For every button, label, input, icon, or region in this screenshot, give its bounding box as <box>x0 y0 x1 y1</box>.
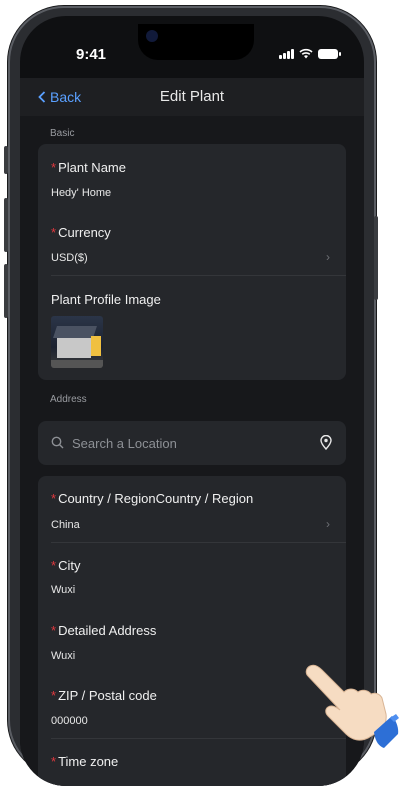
section-label-basic: Basic <box>50 128 75 139</box>
chevron-right-icon[interactable]: › <box>326 250 330 264</box>
location-search-box[interactable] <box>38 421 346 465</box>
currency-field[interactable]: USD($) <box>51 252 88 264</box>
search-input[interactable] <box>72 421 302 465</box>
required-marker: * <box>51 160 57 175</box>
plant-profile-image[interactable] <box>51 316 103 368</box>
nav-bar: Back Edit Plant <box>20 78 364 116</box>
volume-up-button <box>4 198 8 252</box>
pointing-hand-icon <box>305 664 399 748</box>
country-field[interactable]: China <box>51 519 80 531</box>
camera <box>146 30 158 42</box>
battery-icon <box>318 48 341 59</box>
section-label-address: Address <box>50 394 87 405</box>
wifi-icon <box>299 48 313 59</box>
power-button <box>374 216 378 300</box>
city-field[interactable]: Wuxi <box>51 584 75 596</box>
volume-down-button <box>4 264 8 318</box>
plant-name-field[interactable]: Hedy' Home <box>51 187 111 199</box>
required-marker: * <box>51 558 57 573</box>
zip-label: * ZIP / Postal code <box>51 688 157 703</box>
required-marker: * <box>51 491 57 506</box>
required-marker: * <box>51 688 57 703</box>
required-marker: * <box>51 754 57 769</box>
detailed-address-label: * Detailed Address <box>51 623 157 638</box>
basic-card: * Plant Name Hedy' Home * Currency USD($) … <box>38 144 346 380</box>
plant-name-label: * Plant Name <box>51 160 126 175</box>
mute-switch <box>4 146 8 174</box>
city-label: * City <box>51 558 81 573</box>
chevron-right-icon[interactable]: › <box>326 517 330 531</box>
signal-icon <box>279 48 294 59</box>
profile-image-label: Plant Profile Image <box>51 292 161 307</box>
search-icon <box>51 436 64 449</box>
country-label: * Country / RegionCountry / Region <box>51 491 254 506</box>
dynamic-island <box>138 24 254 60</box>
location-pin-icon[interactable] <box>320 435 332 450</box>
status-icons <box>279 48 341 59</box>
status-time: 9:41 <box>76 46 107 63</box>
required-marker: * <box>51 623 57 638</box>
currency-label: * Currency <box>51 225 111 240</box>
page-title: Edit Plant <box>159 88 225 105</box>
status-bar: 9:41 <box>20 16 364 78</box>
divider <box>51 275 346 276</box>
time-zone-label: * Time zone <box>51 754 119 769</box>
detailed-address-field[interactable]: Wuxi <box>51 650 75 662</box>
divider <box>51 542 346 543</box>
required-marker: * <box>51 225 57 240</box>
zip-field[interactable]: 000000 <box>51 715 88 727</box>
